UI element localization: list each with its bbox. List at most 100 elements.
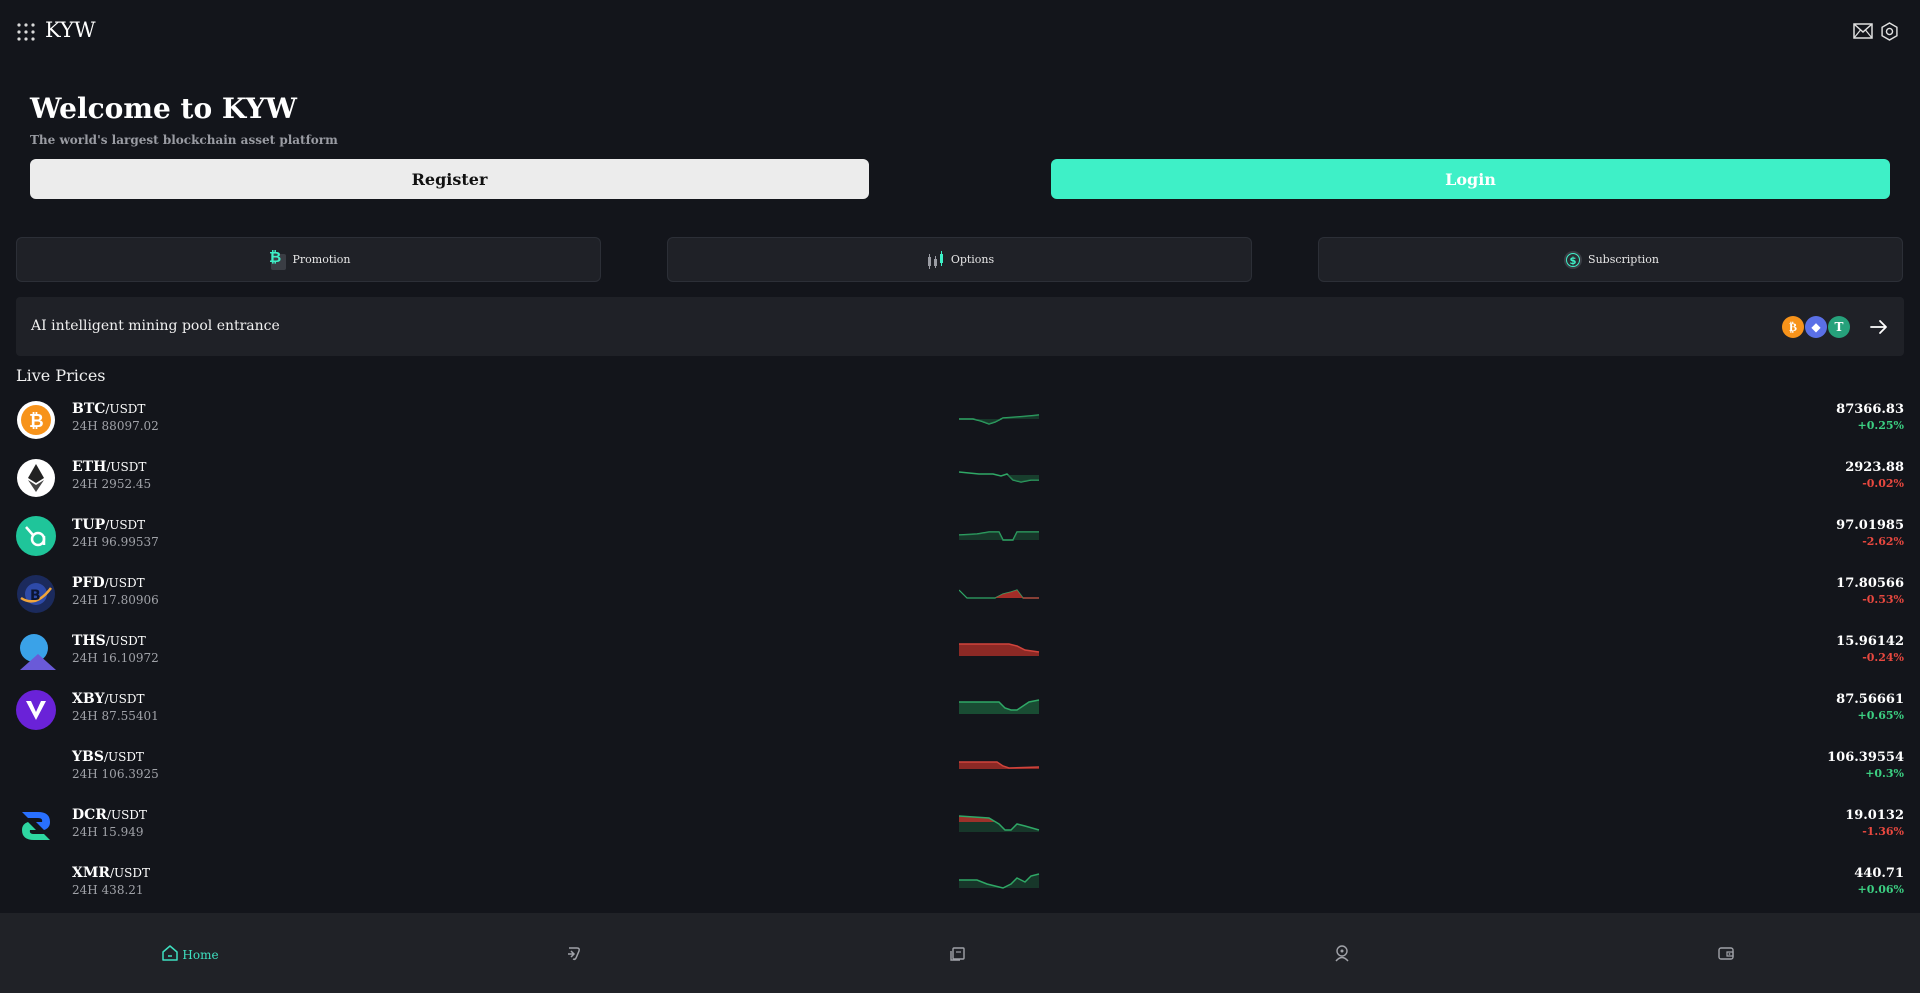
top-bar: KYW (0, 0, 1920, 64)
24h-value: 24H 438.21 (72, 883, 144, 897)
promotion-tile[interactable]: ₿ Promotion (16, 237, 601, 282)
price-row-eth[interactable]: ETH/USDT 24H 2952.45 2923.88 -0.02% (0, 452, 1920, 510)
welcome-subtitle: The world's largest blockchain asset pla… (30, 133, 338, 147)
price-row-pfd[interactable]: B PFD/USDT 24H 17.80906 17.80566 -0.53% (0, 568, 1920, 626)
24h-value: 24H 16.10972 (72, 651, 159, 665)
change-value: -0.53% (1862, 593, 1904, 606)
sparkline-chart (959, 815, 1040, 832)
trade-icon (568, 947, 580, 961)
change-value: -0.24% (1862, 651, 1904, 664)
menu-grid-icon[interactable] (16, 22, 36, 42)
support-icon (1335, 945, 1349, 962)
bottom-nav: Home (0, 913, 1920, 993)
price-row-tup[interactable]: TUP/USDT 24H 96.99537 97.01985 -2.62% (0, 510, 1920, 568)
nav-support[interactable] (1330, 913, 1354, 993)
sparkline-chart (959, 471, 1039, 483)
24h-value: 24H 88097.02 (72, 419, 159, 433)
24h-value: 24H 15.949 (72, 825, 144, 839)
mining-pool-banner[interactable]: AI intelligent mining pool entrance ₿ ◆ … (16, 297, 1904, 356)
wallet-icon (1718, 947, 1734, 960)
btc-coin-icon: ₿ (1782, 316, 1804, 338)
price-value: 440.71 (1854, 866, 1904, 881)
live-prices-list: ₿ BTC/USDT 24H 88097.02 87366.83 +0.25% … (0, 394, 1920, 916)
live-prices-title: Live Prices (16, 366, 106, 385)
sparkline-chart (959, 589, 1039, 599)
pair-label: THS/USDT (72, 633, 146, 649)
pair-label: DCR/USDT (72, 807, 147, 823)
price-row-xmr[interactable]: XMR/USDT 24H 438.21 440.71 +0.06% (0, 858, 1920, 916)
nav-home[interactable]: Home (160, 913, 220, 993)
register-button[interactable]: Register (30, 159, 869, 199)
price-value: 2923.88 (1845, 460, 1904, 475)
bitcoin-promo-icon: ₿ (269, 248, 286, 270)
pair-label: TUP/USDT (72, 517, 146, 533)
pair-label: XBY/USDT (72, 691, 145, 707)
pfd-logo-icon: B (17, 575, 55, 613)
dollar-coin-icon: $ (1564, 250, 1583, 269)
subscription-label: Subscription (1588, 253, 1659, 266)
home-icon (162, 945, 179, 961)
mining-coin-icons: ₿ ◆ T (1781, 316, 1850, 338)
btc-logo-icon: ₿ (17, 401, 55, 439)
price-row-xby[interactable]: XBY/USDT 24H 87.55401 87.56661 +0.65% (0, 684, 1920, 742)
xby-logo-icon (16, 690, 56, 730)
arrow-right-icon (1870, 320, 1887, 334)
change-value: +0.65% (1857, 709, 1904, 722)
sparkline-chart (959, 414, 1040, 425)
price-value: 87366.83 (1836, 402, 1904, 417)
mining-pool-label: AI intelligent mining pool entrance (31, 318, 280, 334)
tup-logo-icon (16, 516, 56, 556)
svg-text:$: $ (1570, 256, 1577, 267)
brand-name: KYW (45, 18, 96, 42)
24h-value: 24H 106.3925 (72, 767, 159, 781)
sparkline-chart (959, 873, 1040, 889)
sparkline-chart (959, 531, 1039, 541)
price-value: 87.56661 (1836, 692, 1904, 707)
nav-markets[interactable] (946, 913, 970, 993)
options-tile[interactable]: Options (667, 237, 1252, 282)
24h-value: 24H 17.80906 (72, 593, 159, 607)
pair-label: YBS/USDT (72, 749, 144, 765)
change-value: -2.62% (1862, 535, 1904, 548)
login-button[interactable]: Login (1051, 159, 1890, 199)
usdt-coin-icon: T (1828, 316, 1850, 338)
promotion-label: Promotion (292, 253, 351, 266)
sparkline-chart (959, 761, 1040, 769)
settings-icon[interactable] (1880, 22, 1899, 41)
candlestick-icon (927, 250, 943, 269)
price-row-btc[interactable]: ₿ BTC/USDT 24H 88097.02 87366.83 +0.25% (0, 394, 1920, 452)
ybs-logo-icon (16, 748, 56, 788)
svg-text:₿: ₿ (269, 248, 281, 266)
price-value: 17.80566 (1836, 576, 1904, 591)
xmr-logo-icon (16, 864, 56, 904)
sparkline-chart (959, 699, 1040, 714)
price-value: 106.39554 (1827, 750, 1904, 765)
dcr-logo-icon (22, 812, 50, 840)
pair-label: PFD/USDT (72, 575, 145, 591)
pair-label: XMR/USDT (72, 865, 151, 881)
options-label: Options (950, 253, 995, 266)
mail-icon[interactable] (1853, 23, 1873, 39)
sparkline-chart (959, 643, 1040, 656)
price-row-ths[interactable]: THS/USDT 24H 16.10972 15.96142 -0.24% (0, 626, 1920, 684)
price-row-ybs[interactable]: YBS/USDT 24H 106.3925 106.39554 +0.3% (0, 742, 1920, 800)
change-value: -1.36% (1862, 825, 1904, 838)
markets-icon (950, 947, 965, 961)
ths-logo-icon (20, 634, 56, 670)
price-value: 97.01985 (1836, 518, 1904, 533)
nav-wallet[interactable] (1714, 913, 1738, 993)
nav-home-label: Home (182, 948, 219, 962)
24h-value: 24H 87.55401 (72, 709, 159, 723)
24h-value: 24H 2952.45 (72, 477, 152, 491)
welcome-title: Welcome to KYW (30, 92, 297, 125)
change-value: -0.02% (1862, 477, 1904, 490)
svg-text:B: B (30, 588, 41, 604)
change-value: +0.3% (1865, 767, 1904, 780)
svg-text:₿: ₿ (29, 411, 44, 432)
subscription-tile[interactable]: $ Subscription (1318, 237, 1903, 282)
pair-label: BTC/USDT (72, 401, 146, 417)
nav-trade[interactable] (562, 913, 586, 993)
eth-coin-icon: ◆ (1805, 316, 1827, 338)
price-row-dcr[interactable]: DCR/USDT 24H 15.949 19.0132 -1.36% (0, 800, 1920, 858)
pair-label: ETH/USDT (72, 459, 147, 475)
